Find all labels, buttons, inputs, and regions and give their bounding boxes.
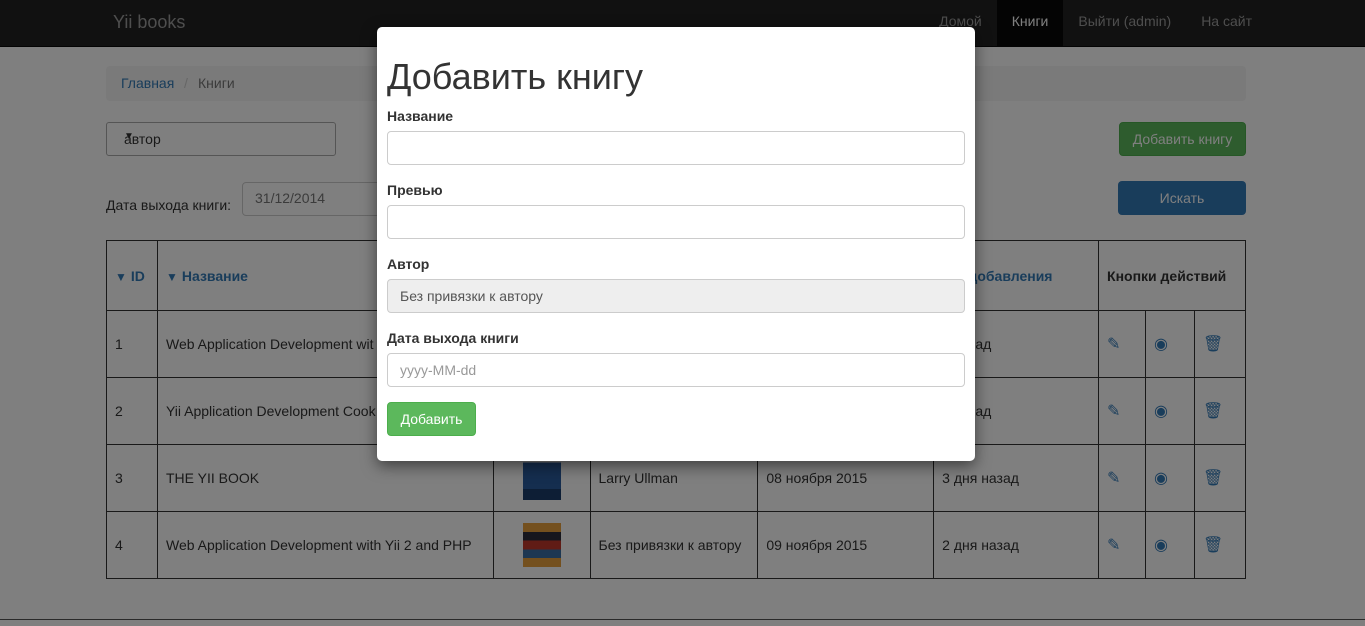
preview-label: Превью	[387, 182, 443, 198]
name-field[interactable]	[387, 131, 965, 165]
preview-field[interactable]	[387, 205, 965, 239]
date-field[interactable]: yyyy-MM-dd	[387, 353, 965, 387]
add-book-modal: Добавить книгу Название Превью Автор Без…	[377, 27, 975, 461]
author-field[interactable]: Без привязки к автору	[387, 279, 965, 313]
modal-title: Добавить книгу	[387, 56, 643, 97]
name-label: Название	[387, 108, 454, 124]
date-placeholder: yyyy-MM-dd	[400, 362, 477, 378]
author-label: Автор	[387, 256, 430, 272]
date-label: Дата выхода книги	[387, 330, 519, 346]
submit-button[interactable]: Добавить	[387, 402, 476, 436]
